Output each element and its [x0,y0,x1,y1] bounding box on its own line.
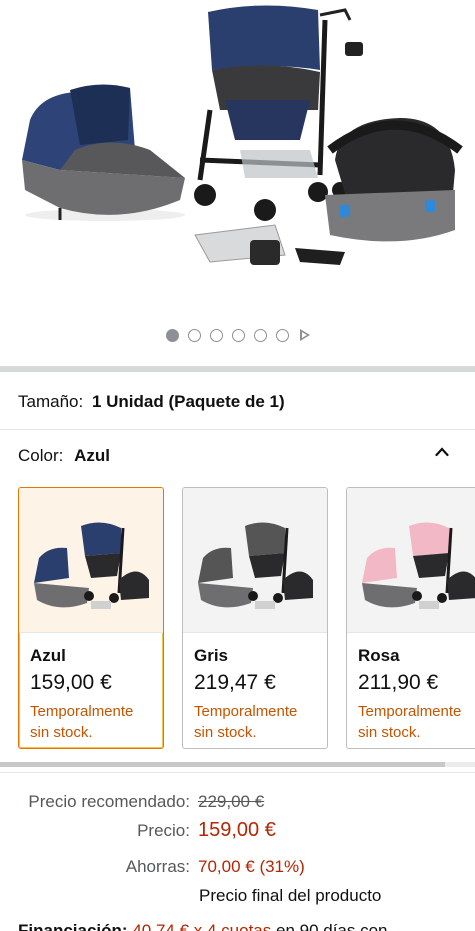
swatch-price: 159,00 € [30,671,112,694]
color-label: Color: [18,446,64,465]
savings-row: Ahorras: 70,00 € (31%) [0,857,305,877]
swatch-name: Rosa [358,646,400,665]
stock-line-1: Temporalmente [358,703,462,720]
carousel-dot-6[interactable] [275,328,289,342]
price-label: Precio: [137,821,190,840]
size-selector[interactable]: Tamaño: 1 Unidad (Paquete de 1) [18,392,285,412]
color-swatch-list: Azul 159,00 € Temporalmente sin stock. G… [18,487,475,749]
swatch-image [347,488,475,633]
swatch-name: Gris [194,646,229,665]
swatch-gris[interactable]: Gris 219,47 € Temporalmente sin stock. [182,487,328,749]
swatch-price: 211,90 € [358,671,439,694]
final-price-note: Precio final del producto [199,886,382,905]
swatch-name: Azul [30,646,66,665]
stock-line-2: sin stock. [194,724,257,741]
stock-line-2: sin stock. [358,724,421,741]
swatch-azul[interactable]: Azul 159,00 € Temporalmente sin stock. [18,487,164,749]
car-seat-image [325,118,463,242]
savings-value: 70,00 € (31%) [198,857,305,876]
recommended-price-row: Precio recomendado: 229,00 € [0,792,264,812]
swatch-rosa[interactable]: Rosa 211,90 € Temporalmente sin stock. [346,487,475,749]
price-value: 159,00 € [198,819,276,841]
carousel-dot-5[interactable] [253,328,267,342]
size-label: Tamaño: [18,392,84,411]
recommended-price-label: Precio recomendado: [28,792,190,811]
savings-label: Ahorras: [125,857,190,876]
carousel-dot-4[interactable] [231,328,245,342]
stroller-set-illustration [22,5,463,265]
swatch-scrollbar[interactable] [0,762,445,767]
recommended-price-value: 229,00 € [198,792,265,811]
financing-row: Financiación: 40,74 € x 4 cuotas en 90 d… [18,921,388,931]
product-image[interactable] [0,0,475,320]
image-carousel-dots[interactable] [0,327,475,343]
divider [0,429,475,430]
swatch-stock-status: Temporalmente sin stock. [30,701,163,743]
carrycot-image [22,84,185,221]
color-selector[interactable]: Color: Azul [18,446,110,466]
section-divider [0,366,475,372]
swatch-price: 219,47 € [194,671,276,694]
price-row: Precio: 159,00 € [0,819,276,842]
chevron-up-icon[interactable] [435,445,449,459]
swatch-stock-status: Temporalmente sin stock. [194,701,327,743]
financing-link[interactable]: 40,74 € x 4 cuotas [132,921,271,931]
stock-line-1: Temporalmente [30,703,134,720]
swatch-image [183,488,327,633]
stroller-image [194,5,363,221]
carousel-dot-2[interactable] [187,328,201,342]
financing-label: Financiación: [18,921,128,931]
swatch-stock-status: Temporalmente sin stock. [358,701,475,743]
carousel-dot-1[interactable] [165,328,179,342]
stock-line-2: sin stock. [30,724,93,741]
swatch-image [19,488,163,633]
stock-line-1: Temporalmente [194,703,298,720]
carousel-dot-3[interactable] [209,328,223,342]
play-icon[interactable] [299,329,310,341]
divider [0,772,475,773]
color-value: Azul [74,446,110,465]
accessories-image [194,224,345,265]
size-value: 1 Unidad (Paquete de 1) [91,392,285,411]
financing-rest: en 90 días con [275,921,388,931]
